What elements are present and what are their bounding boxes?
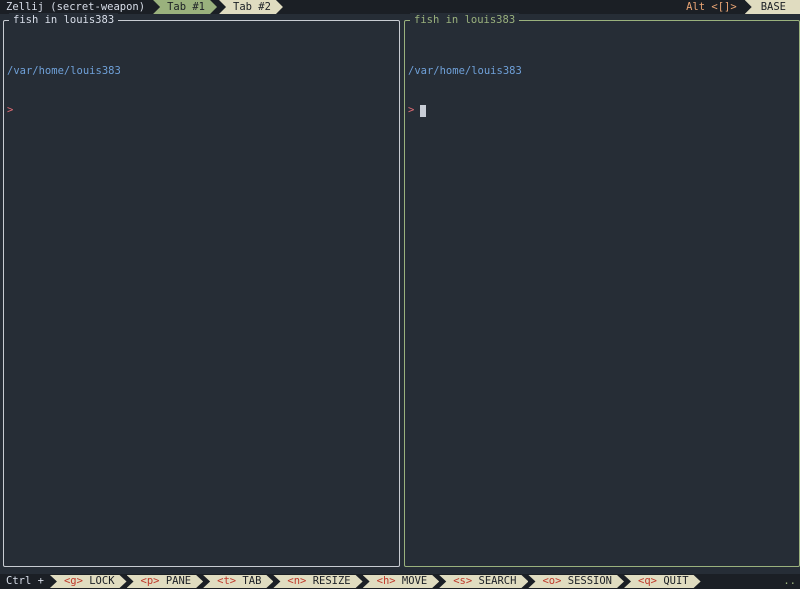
keybind-search-label: SEARCH: [478, 575, 517, 587]
topbar-right: Alt <[]> BASE: [686, 0, 800, 14]
pane-left-prompt-line: >: [7, 104, 121, 117]
keybind-tab-label: TAB: [242, 575, 262, 587]
session-name: Zellij (secret-weapon): [6, 1, 146, 13]
keybind-quit-label: QUIT: [663, 575, 689, 587]
keybind-session-label: SESSION: [567, 575, 613, 587]
pane-right-title: fish in louis383: [410, 13, 520, 27]
pane-right-prompt: >: [408, 104, 415, 116]
keybind-resize-label: RESIZE: [312, 575, 351, 587]
modifier-label: Ctrl +: [6, 575, 44, 587]
keybind-tab[interactable]: <t> TAB: [203, 575, 273, 588]
terminal-cursor[interactable]: [420, 104, 427, 117]
keybind-move[interactable]: <h> MOVE: [363, 575, 440, 588]
mode-badge: BASE: [744, 0, 800, 14]
keybind-move-key: <h>: [376, 575, 396, 587]
tab-1[interactable]: Tab #1: [153, 0, 217, 14]
pane-left-cwd: /var/home/louis383: [7, 65, 121, 77]
tab-bar: Zellij (secret-weapon) Tab #1 Tab #2 Alt…: [0, 0, 800, 14]
keybind-resize[interactable]: <n> RESIZE: [273, 575, 362, 588]
keybind-lock[interactable]: <g> LOCK: [50, 575, 127, 588]
status-overflow-indicator: ..: [783, 575, 796, 587]
pane-right[interactable]: fish in louis383 /var/home/louis383 >: [404, 13, 800, 567]
keybind-search-key: <s>: [453, 575, 473, 587]
keybind-pane-key: <p>: [140, 575, 160, 587]
keybind-quit-key: <q>: [638, 575, 657, 587]
keybind-lock-label: LOCK: [89, 575, 115, 587]
alt-hint-prefix: Alt: [686, 1, 706, 13]
keybind-move-label: MOVE: [401, 575, 428, 587]
keybind-pane-label: PANE: [165, 575, 192, 587]
tab-2[interactable]: Tab #2: [219, 0, 283, 14]
status-bar: Ctrl + <g> LOCK <p> PANE <t> TAB <n> RES…: [0, 574, 800, 589]
alt-hint: Alt <[]>: [686, 0, 745, 14]
alt-hint-keys: <[]>: [711, 1, 737, 13]
keybind-session[interactable]: <o> SESSION: [528, 575, 624, 588]
keybind-session-key: <o>: [542, 575, 562, 587]
keybind-tab-key: <t>: [217, 575, 237, 587]
pane-left-title: fish in louis383: [9, 13, 119, 27]
zellij-terminal-window: Zellij (secret-weapon) Tab #1 Tab #2 Alt…: [0, 0, 800, 589]
pane-right-cwd: /var/home/louis383: [408, 65, 522, 77]
pane-left-content: /var/home/louis383 >: [7, 39, 121, 143]
keybind-lock-key: <g>: [63, 575, 83, 587]
keybind-quit[interactable]: <q> QUIT: [624, 575, 701, 588]
keybind-search[interactable]: <s> SEARCH: [439, 575, 528, 588]
pane-right-content: /var/home/louis383 >: [408, 39, 522, 143]
keybind-resize-key: <n>: [287, 575, 307, 587]
pane-right-prompt-line: >: [408, 104, 522, 117]
keybind-pane[interactable]: <p> PANE: [127, 575, 204, 588]
pane-left[interactable]: fish in louis383 /var/home/louis383 >: [3, 13, 400, 567]
pane-left-prompt: >: [7, 104, 14, 116]
